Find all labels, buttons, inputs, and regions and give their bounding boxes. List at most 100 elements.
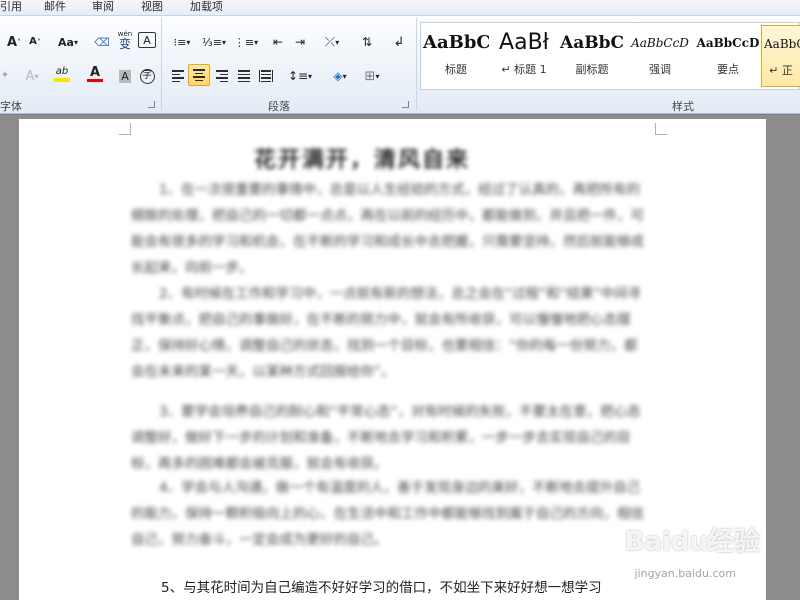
style-name-text: 标题 1: [514, 63, 547, 76]
style-sample: AaBbCcD: [696, 36, 760, 50]
style-title[interactable]: AaBbC 标题: [423, 25, 489, 87]
show-hide-marks-button[interactable]: ↲: [390, 32, 408, 52]
style-name: ↵ 标题 1: [501, 63, 547, 76]
shading-button[interactable]: ◈ ▾: [326, 66, 354, 86]
decrease-indent-icon: ⇤: [272, 35, 284, 49]
paragraph: 3、要学会培养自己的耐心和“平常心态”，对有时候的失败，不要太在意，把心态调整好…: [131, 404, 641, 472]
font-color-icon: A: [89, 65, 101, 80]
font-group-label: 字体: [0, 100, 22, 113]
center-align-button[interactable]: [188, 64, 210, 86]
style-name: 要点: [717, 63, 739, 76]
phonetic-guide-button[interactable]: wén 变: [114, 30, 136, 50]
document-area: 花开满开，清风自来 1、在一次很重要的事情中，总是以人生经验的方式，经过了认真的…: [0, 115, 800, 600]
grow-font-button[interactable]: A ˄: [4, 32, 24, 52]
watermark-url: jingyan.baidu.com: [634, 567, 736, 580]
paragraph: 2、有时候在工作和学习中，一点就有新的想法，总之会在“过程”和“结果”中间寻找平…: [131, 286, 642, 380]
baidu-watermark: Baidu经验: [624, 527, 760, 557]
character-shading-icon: A: [119, 69, 131, 83]
center-align-icon: [193, 69, 205, 81]
borders-button[interactable]: ⊞ ▾: [358, 66, 386, 86]
shrink-font-icon: A: [29, 36, 37, 47]
align-left-icon: [172, 70, 184, 82]
text-effects-icon: A: [25, 68, 35, 84]
style-sample: AaBbCcD: [631, 36, 689, 50]
character-shading-button[interactable]: A: [116, 66, 134, 86]
style-name: 副标题: [575, 63, 609, 76]
style-sample: AaBbC: [764, 37, 800, 51]
tab-addins[interactable]: 加载项: [190, 0, 223, 16]
change-case-icon: Aa: [58, 35, 74, 49]
font-dialog-launcher[interactable]: [148, 101, 155, 108]
numbering-icon: ⅓≡: [202, 35, 222, 49]
styles-group-label: 样式: [672, 100, 694, 113]
style-strong[interactable]: AaBbCcD 要点: [695, 25, 761, 87]
tab-view[interactable]: 视图: [141, 0, 163, 16]
enclose-characters-button[interactable]: 字: [138, 66, 156, 86]
change-case-button[interactable]: Aa ▾: [54, 32, 82, 52]
shrink-font-button[interactable]: A ˅: [26, 32, 44, 52]
tab-mailings[interactable]: 邮件: [44, 0, 66, 16]
sort-button[interactable]: ⇅: [356, 32, 378, 52]
align-right-icon: [216, 70, 228, 82]
tab-references[interactable]: 引用: [0, 0, 22, 16]
bullets-button[interactable]: ⁝≡ ▾: [168, 32, 196, 52]
paint-bucket-icon: ◈: [333, 69, 343, 83]
text-effects-button[interactable]: A ▾: [20, 66, 44, 86]
paragraph-group-label: 段落: [268, 100, 290, 113]
margin-mark: [655, 123, 667, 135]
justify-icon: [238, 70, 250, 82]
partial-icon: ✦: [0, 70, 10, 81]
paragraph-dialog-launcher[interactable]: [402, 101, 409, 108]
show-hide-marks-icon: ↲: [393, 34, 405, 50]
bullets-icon: ⁝≡: [173, 35, 187, 49]
ribbon-tab-bar: 引用 邮件 审阅 视图 加载项: [0, 0, 800, 16]
style-heading-1[interactable]: AaBł ↵ 标题 1: [491, 25, 557, 87]
style-name: ↵ 正: [769, 64, 793, 77]
multilevel-list-icon: ⋮≡: [233, 35, 255, 49]
style-emphasis[interactable]: AaBbCcD 强调: [627, 25, 693, 87]
paragraph: 5、与其花时间为自己编造不好好学习的借口，不如坐下来好好想一想学习: [161, 580, 602, 596]
clear-format-button[interactable]: ⌫: [92, 32, 112, 52]
margin-mark: [119, 123, 131, 135]
style-subtitle[interactable]: AaBbC 副标题: [559, 25, 625, 87]
style-normal[interactable]: AaBbC ↵ 正: [761, 25, 800, 87]
text-highlight-button[interactable]: ab: [48, 64, 76, 84]
style-name-text: 正: [781, 64, 793, 77]
style-sample: AaBbC: [560, 33, 624, 53]
partial-button[interactable]: ✦: [0, 66, 10, 86]
style-sample: AaBbC: [423, 32, 489, 53]
numbering-button[interactable]: ⅓≡ ▾: [200, 32, 228, 52]
distributed-button[interactable]: [256, 66, 276, 86]
style-name: 强调: [649, 63, 671, 76]
line-spacing-icon: ↕≡: [287, 69, 309, 83]
style-sample: AaBł: [499, 30, 549, 55]
text-highlight-icon: ab: [55, 66, 69, 77]
character-border-button[interactable]: A: [138, 32, 156, 48]
paragraph: 4、学会与人沟通，做一个有温度的人，善于发现身边的美好，不断地去提升自己的能力，…: [131, 480, 644, 548]
align-right-button[interactable]: [212, 66, 232, 86]
grow-font-icon: A: [6, 34, 18, 50]
document-title: 花开满开，清风自来: [254, 147, 471, 173]
group-divider: [416, 18, 417, 110]
tab-review[interactable]: 审阅: [92, 0, 114, 16]
enclose-characters-icon: 字: [139, 68, 155, 84]
ribbon: A ˄ A ˅ Aa ▾ ⌫ wén 变 A ✦ A ▾ ab A A 字 字体…: [0, 16, 800, 114]
paragraph: 1、在一次很重要的事情中，总是以人生经验的方式，经过了认真的，再把所有的细致的处…: [131, 182, 644, 276]
decrease-indent-button[interactable]: ⇤: [268, 32, 288, 52]
sort-icon: ⇅: [361, 35, 373, 49]
font-color-button[interactable]: A: [82, 64, 108, 84]
justify-button[interactable]: [234, 66, 254, 86]
style-name: 标题: [445, 63, 467, 76]
character-border-icon: A: [143, 33, 151, 47]
increase-indent-button[interactable]: ⇥: [290, 32, 310, 52]
chinese-layout-icon: ⤫: [324, 34, 336, 50]
line-spacing-button[interactable]: ↕≡ ▾: [286, 66, 314, 86]
borders-icon: ⊞: [364, 68, 376, 84]
chinese-layout-button[interactable]: ⤫ ▾: [318, 32, 346, 52]
clear-format-icon: ⌫: [94, 35, 110, 49]
group-divider: [161, 18, 162, 110]
styles-gallery: AaBbC 标题 AaBł ↵ 标题 1 AaBbC 副标题 AaBbCcD 强…: [420, 22, 800, 90]
align-left-button[interactable]: [168, 66, 188, 86]
increase-indent-icon: ⇥: [294, 35, 306, 49]
multilevel-list-button[interactable]: ⋮≡ ▾: [232, 32, 260, 52]
